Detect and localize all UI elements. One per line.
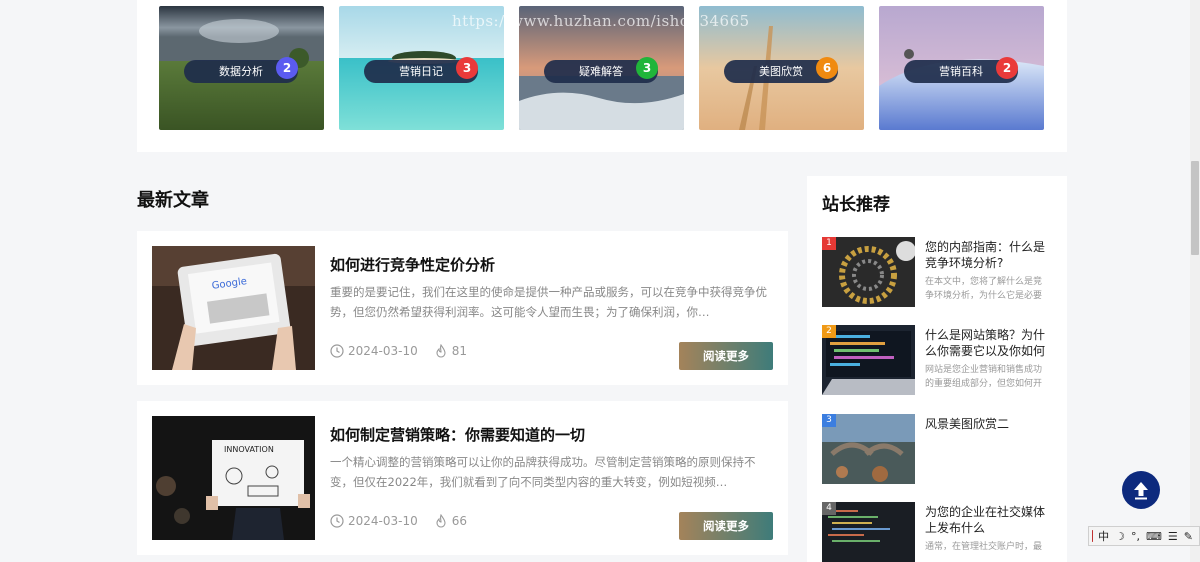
recommend-item[interactable]: 1 您的内部指南：什么是竞争环境分析? 在本文中，您将了解什么是竞争环境分析，为… xyxy=(822,237,1062,309)
clock-icon xyxy=(330,514,344,528)
category-count-badge: 3 xyxy=(456,57,478,79)
flame-icon xyxy=(436,514,446,528)
article-views: 66 xyxy=(451,514,468,528)
article-date: 2024-03-10 xyxy=(348,514,418,528)
recommend-title[interactable]: 风景美图欣赏二 xyxy=(925,416,1050,448)
tool-icon[interactable]: ✎ xyxy=(1184,530,1193,543)
svg-text:INNOVATION: INNOVATION xyxy=(224,445,274,454)
category-card-gallery[interactable]: 美图欣赏 6 xyxy=(699,6,864,130)
rank-badge: 2 xyxy=(822,325,836,338)
page-scrollbar[interactable] xyxy=(1190,0,1200,562)
category-count-badge: 3 xyxy=(636,57,658,79)
rank-badge: 4 xyxy=(822,502,836,515)
recommend-item[interactable]: 3 风景美图欣赏二 xyxy=(822,414,1062,486)
read-more-button[interactable]: 阅读更多 xyxy=(679,342,773,370)
rank-badge: 3 xyxy=(822,414,836,427)
recommend-item[interactable]: 2 什么是网站策略？为什么你需要它以及你如何做到 网站是您企业营销和销售成功的重… xyxy=(822,325,1062,397)
article-meta: 2024-03-10 81 xyxy=(330,344,467,358)
recommend-desc: 通常，在管理社交账户时，最 xyxy=(925,542,1043,552)
back-to-top-button[interactable] xyxy=(1122,471,1160,509)
scrollbar-thumb[interactable] xyxy=(1191,161,1199,255)
recommend-title[interactable]: 您的内部指南：什么是竞争环境分析? xyxy=(925,239,1050,271)
menu-icon[interactable]: ☰ xyxy=(1168,530,1178,543)
recommend-title[interactable]: 为您的企业在社交媒体上发布什么 xyxy=(925,504,1050,536)
recommend-desc: 网站是您企业营销和销售成功的重要组成部分，但您如何开 xyxy=(925,365,1043,389)
category-panel: 数据分析 2 营销日记 3 疑难解答 3 美图欣赏 6 营销百科 2 xyxy=(137,0,1067,152)
category-card-faq[interactable]: 疑难解答 3 xyxy=(519,6,684,130)
category-card-marketing-diary[interactable]: 营销日记 3 xyxy=(339,6,504,130)
article-meta: 2024-03-10 66 xyxy=(330,514,467,528)
recommend-item[interactable]: 4 为您的企业在社交媒体上发布什么 通常，在管理社交账户时，最 xyxy=(822,502,1062,562)
article-thumbnail[interactable]: INNOVATION xyxy=(152,416,315,540)
moon-icon[interactable]: ☽ xyxy=(1115,530,1125,543)
article-title[interactable]: 如何进行竞争性定价分析 xyxy=(330,254,495,275)
ime-language-toggle[interactable]: 中 xyxy=(1098,528,1109,544)
read-more-button[interactable]: 阅读更多 xyxy=(679,512,773,540)
article-card: Google 如何进行竞争性定价分析 重要的是要记住，我们在这里的使命是提供一种… xyxy=(137,231,788,385)
flame-icon xyxy=(436,344,446,358)
category-card-data-analysis[interactable]: 数据分析 2 xyxy=(159,6,324,130)
article-excerpt: 重要的是要记住，我们在这里的使命是提供一种产品或服务，可以在竞争中获得竞争优势，… xyxy=(330,285,767,319)
clock-icon xyxy=(330,344,344,358)
recommend-desc: 在本文中，您将了解什么是竞争环境分析，为什么它是必要 xyxy=(925,277,1043,301)
category-count-badge: 2 xyxy=(996,57,1018,79)
article-title[interactable]: 如何制定营销策略：你需要知道的一切 xyxy=(330,424,585,445)
category-count-badge: 6 xyxy=(816,57,838,79)
recommend-heading: 站长推荐 xyxy=(822,195,890,215)
punctuation-icon[interactable]: °, xyxy=(1131,530,1140,543)
recommend-panel: 站长推荐 1 您的内部指南：什么是竞争环境分析? 在本文中，您将了解什么是竞争环… xyxy=(807,176,1067,562)
latest-articles-heading: 最新文章 xyxy=(137,190,209,211)
article-card: INNOVATION 如何制定营销策略：你需要知道的一切 一个精心调整的营销策略… xyxy=(137,401,788,555)
article-date: 2024-03-10 xyxy=(348,344,418,358)
ime-toolbar[interactable]: 中 ☽ °, ⌨ ☰ ✎ xyxy=(1088,526,1200,546)
article-thumbnail[interactable]: Google xyxy=(152,246,315,370)
category-count-badge: 2 xyxy=(276,57,298,79)
arrow-up-icon xyxy=(1134,482,1148,500)
article-views: 81 xyxy=(451,344,468,358)
recommend-title[interactable]: 什么是网站策略？为什么你需要它以及你如何做到 xyxy=(925,327,1050,359)
rank-badge: 1 xyxy=(822,237,836,250)
article-excerpt: 一个精心调整的营销策略可以让你的品牌获得成功。尽管制定营销策略的原则保持不变，但… xyxy=(330,455,756,489)
category-card-encyclopedia[interactable]: 营销百科 2 xyxy=(879,6,1044,130)
keyboard-icon[interactable]: ⌨ xyxy=(1146,530,1162,543)
